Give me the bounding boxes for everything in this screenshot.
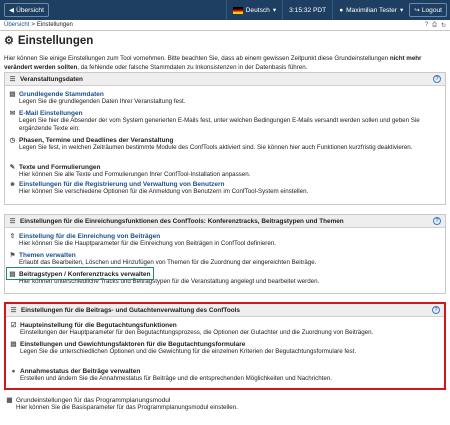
list-item: ✉ E-Mail Einstellungen Legen Sie hier die… bbox=[9, 109, 439, 133]
german-flag-icon bbox=[232, 6, 243, 14]
form-icon: ▤ bbox=[10, 341, 17, 348]
tag-icon: ⚑ bbox=[9, 252, 16, 259]
list-icon: ☰ bbox=[9, 218, 16, 225]
setting-link-review-main[interactable]: ☑ Haupteinstellung für die Begutachtungsf… bbox=[10, 321, 440, 330]
chevron-down-icon: ▾ bbox=[272, 7, 277, 14]
logout-button[interactable]: ↪ Logout bbox=[409, 3, 447, 17]
list-item: ▤ Grundlegende Stammdaten Legen Sie die g… bbox=[9, 90, 439, 106]
list-item: ☑ Haupteinstellung für die Begutachtungsf… bbox=[10, 321, 440, 337]
document-icon: ▤ bbox=[9, 91, 16, 98]
setting-link-topics[interactable]: ⚑ Themen verwalten bbox=[9, 251, 439, 260]
list-item: ▤ Einstellungen und Gewichtungsfaktoren f… bbox=[10, 340, 440, 356]
upload-icon: ⇧ bbox=[9, 233, 16, 240]
setting-link-texts[interactable]: ✎ Texte und Formulierungen bbox=[9, 163, 439, 172]
chevron-down-icon: ▾ bbox=[399, 7, 404, 14]
top-bar: ◀ Übersicht Deutsch ▾ 3:15:32 PDT ● Maxi… bbox=[0, 0, 450, 20]
setting-link-email[interactable]: ✉ E-Mail Einstellungen bbox=[9, 109, 439, 118]
review-icon: ☑ bbox=[10, 322, 17, 329]
pencil-icon: ✎ bbox=[9, 164, 16, 171]
help-icon[interactable]: ? bbox=[425, 22, 428, 29]
section-program-planning: ▦ Grundeinstellungen für das Programmplan… bbox=[6, 396, 446, 412]
section-review: ☰ Einstellungen für die Beitrags- und Gu… bbox=[4, 302, 446, 390]
help-icon[interactable]: ? bbox=[432, 306, 440, 314]
setting-link-phases[interactable]: ◷ Phasen, Termine und Deadlines der Veran… bbox=[9, 136, 439, 145]
list-item: ● Annahmestatus der Beiträge verwalten Er… bbox=[10, 368, 440, 383]
help-icon[interactable]: ? bbox=[433, 75, 441, 83]
breadcrumb-home[interactable]: Übersicht bbox=[4, 22, 29, 28]
user-icon: ● bbox=[339, 6, 344, 14]
list-item: ◷ Phasen, Termine und Deadlines der Veran… bbox=[9, 136, 439, 152]
back-arrow-icon: ◀ bbox=[9, 7, 15, 14]
list-item: ☻ Einstellungen für die Registrierung und… bbox=[9, 181, 439, 196]
status-icon: ● bbox=[11, 368, 16, 375]
envelope-icon: ✉ bbox=[9, 110, 16, 117]
section-event-data: ☰ Veranstaltungsdaten ? ▤ Grundlegende St… bbox=[4, 72, 446, 205]
refresh-icon[interactable]: ↻ bbox=[441, 22, 446, 29]
list-item: ⚑ Themen verwalten Erlaubt das Bearbeiten… bbox=[9, 251, 439, 267]
users-icon: ☻ bbox=[9, 181, 16, 188]
clock: 3:15:32 PDT bbox=[282, 0, 332, 20]
overview-button[interactable]: ◀ Übersicht bbox=[4, 3, 49, 17]
language-selector[interactable]: Deutsch ▾ bbox=[225, 0, 283, 20]
list-item: ⇧ Einstellung für die Einreichung von Bei… bbox=[9, 232, 439, 248]
list-icon: ☰ bbox=[10, 307, 17, 314]
setting-link-program-planning[interactable]: ▦ Grundeinstellungen für das Programmplan… bbox=[6, 396, 446, 405]
section-submission: ☰ Einstellungen für die Einreichungsfunk… bbox=[4, 214, 446, 294]
calendar-icon: ▦ bbox=[6, 397, 13, 404]
breadcrumb: Übersicht > Einstellungen ? ⎙ ↻ bbox=[0, 20, 450, 31]
section-header: ☰ Veranstaltungsdaten ? bbox=[5, 73, 445, 86]
gear-icon: ⚙ bbox=[4, 35, 14, 47]
highlight-tracks-link bbox=[6, 267, 154, 280]
user-menu[interactable]: ● Maximilian Tester ▾ bbox=[332, 0, 409, 20]
setting-link-review-forms[interactable]: ▤ Einstellungen und Gewichtungsfaktoren f… bbox=[10, 340, 440, 349]
print-icon[interactable]: ⎙ bbox=[432, 22, 437, 29]
help-icon[interactable]: ? bbox=[433, 217, 441, 225]
breadcrumb-current: Einstellungen bbox=[36, 22, 73, 28]
page-title: ⚙ Einstellungen bbox=[4, 34, 94, 48]
clock-icon: ◷ bbox=[9, 137, 16, 144]
list-item: ✎ Texte und Formulierungen Hier können Si… bbox=[9, 163, 439, 179]
setting-link-submission[interactable]: ⇧ Einstellung für die Einreichung von Bei… bbox=[9, 232, 439, 241]
section-header: ☰ Einstellungen für die Einreichungsfunk… bbox=[5, 215, 445, 228]
logout-icon: ↪ bbox=[414, 7, 420, 14]
setting-link-acceptance[interactable]: ● Annahmestatus der Beiträge verwalten bbox=[10, 368, 440, 375]
intro-text: Hier können Sie einige Einstellungen zum… bbox=[4, 55, 422, 71]
setting-link-registration[interactable]: ☻ Einstellungen für die Registrierung und… bbox=[9, 181, 439, 188]
section-header: ☰ Einstellungen für die Beitrags- und Gu… bbox=[6, 304, 444, 317]
list-icon: ☰ bbox=[9, 76, 16, 83]
setting-link-basic-data[interactable]: ▤ Grundlegende Stammdaten bbox=[9, 90, 439, 99]
